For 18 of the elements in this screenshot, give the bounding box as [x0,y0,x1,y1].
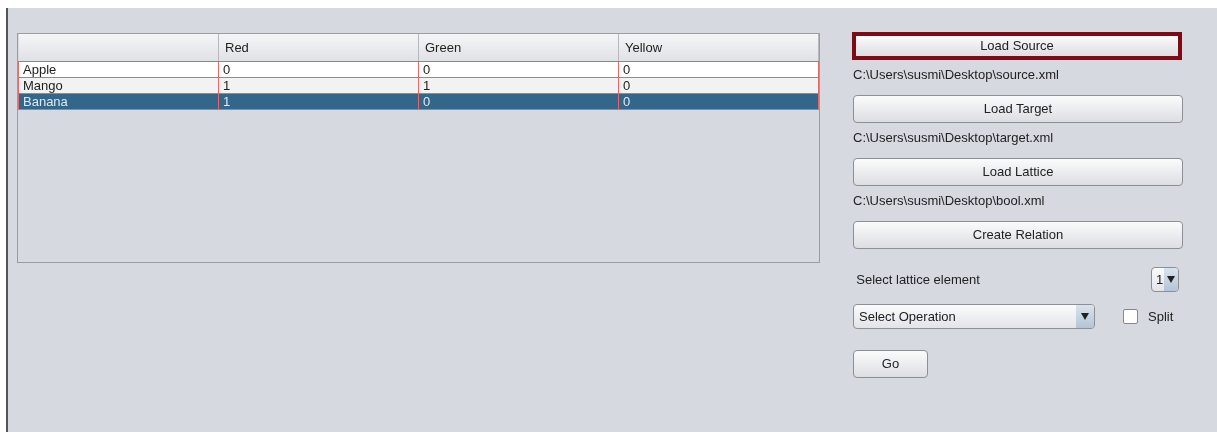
load-button[interactable]: Load Lattice [853,158,1183,186]
file-path-label: C:\Users\susmi\Desktop\target.xml [853,130,1055,146]
operation-select[interactable]: Select Operation [853,304,1095,329]
column-header[interactable]: Red [218,34,419,61]
column-header[interactable]: Yellow [618,34,819,61]
split-label: Split [1148,307,1174,326]
column-header[interactable]: Green [418,34,619,61]
go-button[interactable]: Go [853,350,928,378]
load-button[interactable]: Load Target [853,95,1183,123]
load-button[interactable]: Load Source [852,32,1182,60]
dropdown-arrow-icon[interactable] [1081,313,1089,320]
file-path-label: C:\Users\susmi\Desktop\bool.xml [853,193,1046,209]
file-path-label: C:\Users\susmi\Desktop\source.xml [853,67,1060,83]
load-button[interactable]: Create Relation [853,221,1183,249]
lattice-element-select[interactable]: 1 [1151,267,1179,292]
dropdown-arrow-icon[interactable] [1167,276,1175,283]
split-checkbox[interactable] [1123,309,1138,324]
lattice-element-label: Select lattice element [856,270,980,289]
